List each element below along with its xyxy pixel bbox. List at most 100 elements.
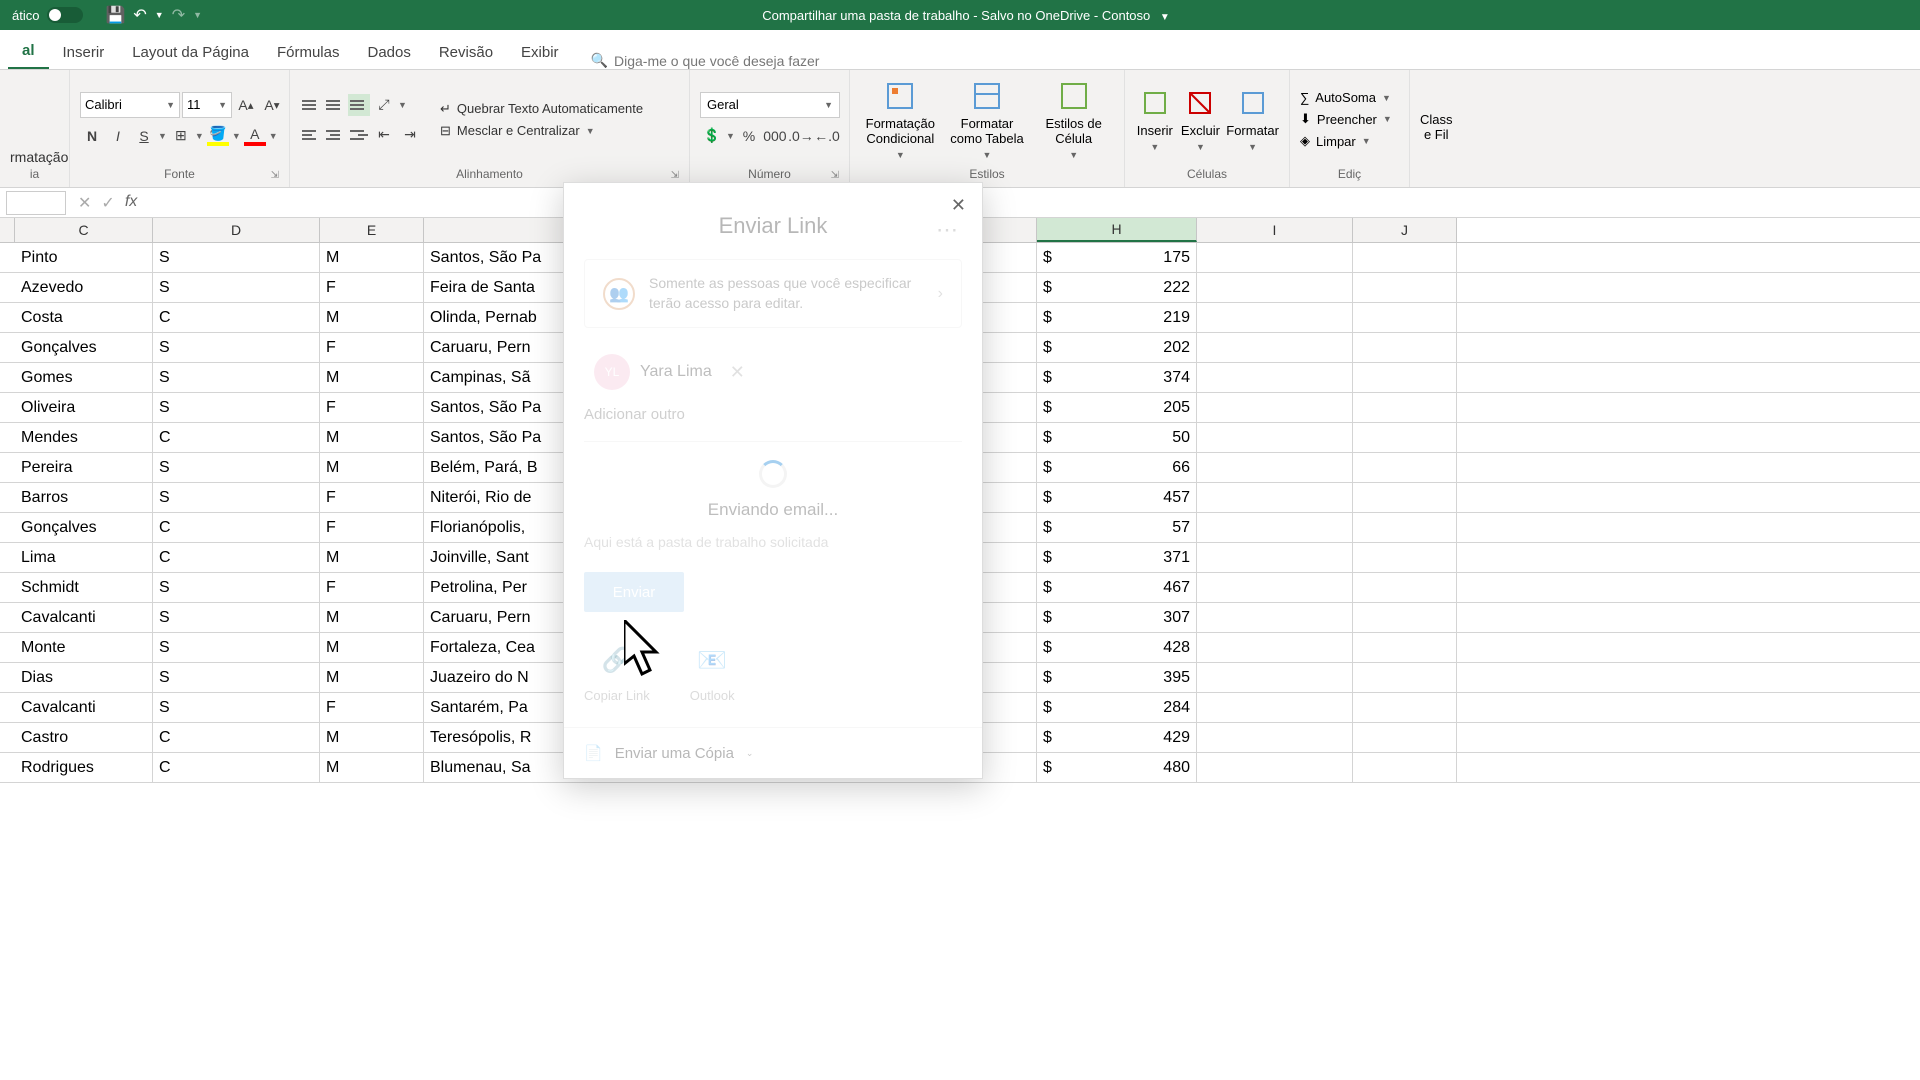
cell[interactable]: F (320, 513, 424, 542)
cell[interactable] (1197, 513, 1353, 542)
send-copy-button[interactable]: 📄 Enviar uma Cópia ⌄ (564, 727, 982, 778)
cell[interactable]: M (320, 243, 424, 272)
cell[interactable]: Mendes (15, 423, 153, 452)
cell[interactable]: Barros (15, 483, 153, 512)
redo-icon[interactable]: ↷ (172, 5, 185, 25)
permission-selector[interactable]: 👥 Somente as pessoas que você especifica… (584, 259, 962, 328)
cell[interactable] (1197, 453, 1353, 482)
col-header-h[interactable]: H (1037, 218, 1197, 242)
cell[interactable]: F (320, 333, 424, 362)
cell[interactable]: $480 (1037, 753, 1197, 782)
cell[interactable]: $371 (1037, 543, 1197, 572)
col-header-j[interactable]: J (1353, 218, 1457, 242)
autosave-toggle[interactable]: ático (0, 7, 95, 23)
tab-data[interactable]: Dados (353, 36, 424, 69)
fill-dropdown[interactable]: ▼ (232, 131, 241, 141)
paste-label[interactable]: rmatação (10, 149, 68, 165)
cell[interactable]: Pinto (15, 243, 153, 272)
italic-button[interactable]: I (106, 124, 130, 148)
cell[interactable]: C (153, 423, 320, 452)
outlook-button[interactable]: 📧 Outlook (690, 640, 735, 703)
cell[interactable] (1353, 573, 1457, 602)
cell[interactable]: Gomes (15, 363, 153, 392)
insert-cells-button[interactable]: Inserir▼ (1135, 87, 1175, 152)
cell[interactable]: S (153, 573, 320, 602)
tab-view[interactable]: Exibir (507, 36, 573, 69)
cell[interactable] (1197, 483, 1353, 512)
formula-input[interactable] (149, 191, 1920, 215)
font-size-select[interactable]: 11▼ (182, 92, 232, 118)
cell[interactable] (1353, 333, 1457, 362)
tab-layout[interactable]: Layout da Página (118, 36, 263, 69)
cell[interactable]: F (320, 693, 424, 722)
number-launcher-icon[interactable]: ⇲ (831, 170, 839, 181)
name-box[interactable] (6, 191, 66, 215)
more-options-icon[interactable]: ⋯ (936, 217, 960, 243)
cell[interactable]: Rodrigues (15, 753, 153, 782)
cell[interactable]: $57 (1037, 513, 1197, 542)
cell-styles-button[interactable]: Estilos de Célula▼ (1033, 80, 1114, 160)
decrease-decimal-icon[interactable]: ←.0 (815, 124, 839, 148)
cell[interactable] (1353, 423, 1457, 452)
sort-filter-button[interactable]: Class e Fil (1420, 112, 1453, 142)
wrap-text-button[interactable]: ↵ Quebrar Texto Automaticamente (440, 101, 643, 117)
cell[interactable] (1197, 603, 1353, 632)
align-right-icon[interactable] (348, 124, 370, 146)
cell[interactable] (1353, 753, 1457, 782)
border-button[interactable]: ⊞ (169, 124, 193, 148)
border-dropdown[interactable]: ▼ (195, 131, 204, 141)
cell[interactable]: $457 (1037, 483, 1197, 512)
cell[interactable]: S (153, 453, 320, 482)
number-format-select[interactable]: Geral▼ (700, 92, 840, 118)
font-color-button[interactable]: A (243, 124, 267, 148)
cell[interactable]: F (320, 483, 424, 512)
cell[interactable] (1353, 453, 1457, 482)
cell[interactable]: C (153, 723, 320, 752)
cell[interactable]: F (320, 573, 424, 602)
tab-home[interactable]: al (8, 34, 49, 69)
cell[interactable] (1197, 573, 1353, 602)
increase-font-icon[interactable]: A▴ (234, 93, 258, 117)
autosum-button[interactable]: ∑AutoSoma▼ (1300, 90, 1392, 105)
cell[interactable] (1353, 723, 1457, 752)
col-header-i[interactable]: I (1197, 218, 1353, 242)
underline-dropdown[interactable]: ▼ (158, 131, 167, 141)
toggle-switch[interactable] (47, 7, 83, 23)
fill-button[interactable]: ⬇Preencher▼ (1300, 111, 1392, 127)
bold-button[interactable]: N (80, 124, 104, 148)
undo-icon[interactable]: ↶ (133, 5, 146, 25)
cell[interactable] (1353, 633, 1457, 662)
cell[interactable]: C (153, 543, 320, 572)
align-bottom-icon[interactable] (348, 94, 370, 116)
cell[interactable] (1197, 663, 1353, 692)
cell[interactable] (1353, 483, 1457, 512)
cell[interactable] (1197, 273, 1353, 302)
cell[interactable]: $467 (1037, 573, 1197, 602)
cell[interactable]: M (320, 723, 424, 752)
redo-dropdown[interactable]: ▼ (193, 10, 202, 20)
align-left-icon[interactable] (300, 124, 322, 146)
currency-icon[interactable]: 💲 (700, 124, 724, 148)
tab-review[interactable]: Revisão (425, 36, 507, 69)
cell[interactable] (1197, 243, 1353, 272)
font-color-dropdown[interactable]: ▼ (269, 131, 278, 141)
cell[interactable] (1197, 423, 1353, 452)
cell[interactable]: S (153, 483, 320, 512)
cell[interactable]: $307 (1037, 603, 1197, 632)
cell[interactable]: Azevedo (15, 273, 153, 302)
cell[interactable] (1197, 543, 1353, 572)
font-launcher-icon[interactable]: ⇲ (271, 170, 279, 181)
cell[interactable]: $175 (1037, 243, 1197, 272)
col-header-c[interactable]: C (15, 218, 153, 242)
cell[interactable]: $395 (1037, 663, 1197, 692)
cell[interactable]: Gonçalves (15, 513, 153, 542)
save-icon[interactable]: 💾 (105, 5, 125, 25)
fill-color-button[interactable]: 🪣 (206, 124, 230, 148)
send-button[interactable]: Enviar (584, 572, 684, 612)
cell[interactable]: $66 (1037, 453, 1197, 482)
cell[interactable]: S (153, 603, 320, 632)
cell[interactable]: S (153, 243, 320, 272)
align-center-icon[interactable] (324, 124, 346, 146)
cell[interactable]: Pereira (15, 453, 153, 482)
cell[interactable] (1353, 603, 1457, 632)
